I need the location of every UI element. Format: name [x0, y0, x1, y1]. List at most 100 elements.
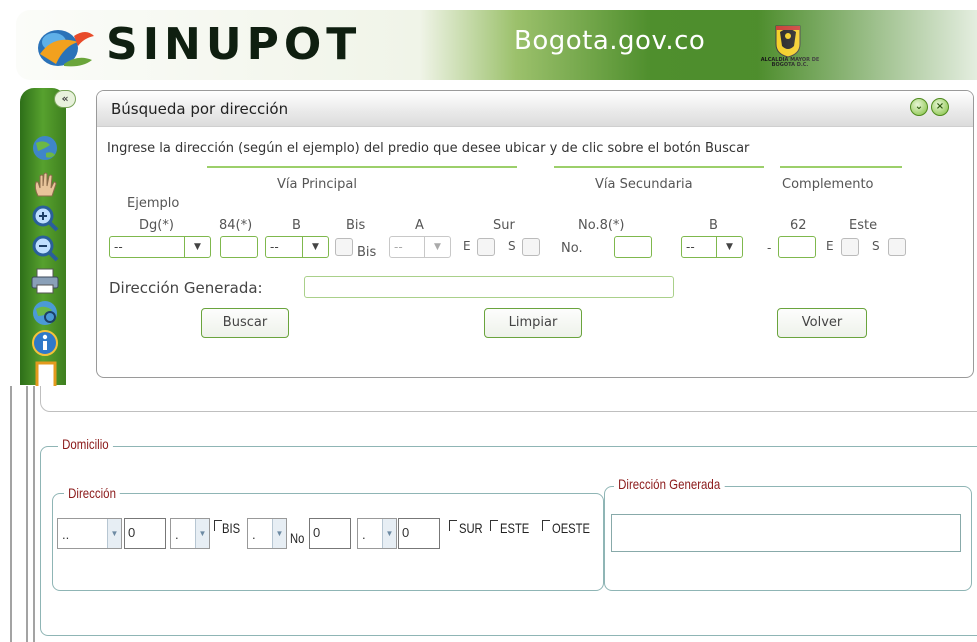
letra-secundaria-value: .	[362, 527, 366, 542]
globe-search-icon[interactable]	[28, 298, 62, 328]
sur2-label: S	[872, 239, 880, 253]
placa-input[interactable]	[778, 236, 816, 258]
via-secundaria-input[interactable]: 0	[309, 518, 351, 549]
direccion-generada-input[interactable]	[611, 514, 961, 552]
chevron-down-icon: ▼	[184, 237, 210, 257]
letra-bis-value: --	[394, 240, 403, 254]
info-icon[interactable]	[28, 328, 62, 358]
tipo-via-value: ..	[62, 527, 70, 542]
frame-line-mid1	[26, 386, 28, 642]
globe-icon[interactable]	[28, 133, 62, 163]
tipo-via-select[interactable]: .. ▼	[57, 518, 122, 549]
numero-via-input[interactable]: 0	[124, 518, 166, 549]
instructions-text: Ingrese la dirección (según el ejemplo) …	[107, 141, 750, 156]
no-label: No	[290, 530, 305, 546]
letra-bis-select[interactable]: . ▼	[247, 518, 287, 549]
letra-via-value: .	[175, 527, 179, 542]
frame-icon[interactable]	[28, 358, 62, 390]
example-este: Este	[849, 218, 878, 233]
shield-caption: ALCALDIA MAYOR DE BOGOTA D.C.	[760, 57, 820, 68]
este-checkbox[interactable]	[490, 520, 498, 531]
frame-line-left	[10, 386, 12, 642]
zoom-out-icon[interactable]	[28, 233, 62, 263]
bis-checkbox[interactable]	[335, 238, 353, 256]
letra-secundaria-select[interactable]: . ▼	[357, 518, 397, 549]
buscar-button[interactable]: Buscar	[201, 308, 289, 338]
example-b2: B	[709, 218, 718, 233]
example-sur: Sur	[493, 218, 515, 233]
direccion-legend: Dirección	[64, 485, 121, 501]
bis-checkbox[interactable]	[214, 520, 222, 531]
letra-via-select[interactable]: -- ▼	[265, 236, 329, 258]
brand-name: SINUPOT	[106, 19, 362, 70]
example-b: B	[292, 218, 301, 233]
chevron-down-icon: ▼	[195, 519, 209, 548]
chevron-down-icon: ▼	[424, 237, 450, 257]
section-complemento: Complemento	[782, 177, 874, 192]
close-panel-button[interactable]: ×	[931, 98, 949, 116]
dash-label: -	[767, 241, 772, 255]
sur-checkbox[interactable]	[522, 238, 540, 256]
direccion-generada-legend: Dirección Generada	[614, 476, 725, 492]
divider-complemento	[780, 166, 902, 168]
header-banner: SINUPOT Bogota.gov.co ALCALDIA MAYOR DE …	[16, 10, 977, 80]
numero-via-input[interactable]	[220, 236, 258, 258]
section-via-principal: Vía Principal	[277, 177, 357, 192]
placa-input[interactable]: 0	[398, 518, 440, 549]
oeste-checkbox[interactable]	[542, 520, 550, 531]
chevron-down-icon: ▼	[107, 519, 121, 548]
oeste-label: OESTE	[552, 520, 590, 536]
chevron-down-icon: ▼	[302, 237, 328, 257]
generated-address-label: Dirección Generada:	[109, 279, 263, 297]
volver-button[interactable]: Volver	[777, 308, 867, 338]
via-secundaria-input[interactable]	[614, 236, 652, 258]
este-label: E	[463, 239, 471, 253]
divider-principal	[207, 166, 517, 168]
panel-header: Búsqueda por dirección ⌄ ×	[97, 91, 973, 127]
domain-label: Bogota.gov.co	[514, 26, 706, 56]
limpiar-button[interactable]: Limpiar	[484, 308, 582, 338]
sur-label: SUR	[459, 520, 483, 536]
example-label: Ejemplo	[127, 196, 180, 211]
no-label: No.	[561, 241, 583, 256]
sinupot-app: SINUPOT Bogota.gov.co ALCALDIA MAYOR DE …	[0, 0, 977, 390]
bis-label: Bis	[357, 245, 377, 260]
este-checkbox[interactable]	[477, 238, 495, 256]
sinupot-logo-icon	[38, 30, 94, 67]
sur-label: S	[508, 239, 516, 253]
tipo-via-value: --	[114, 240, 123, 254]
este2-label: E	[826, 239, 834, 253]
section-via-secundaria: Vía Secundaria	[595, 177, 693, 192]
panel-title: Búsqueda por dirección	[111, 100, 289, 118]
chevron-down-icon: ▼	[272, 519, 286, 548]
letra-via-value: --	[270, 240, 279, 254]
address-search-panel: Búsqueda por dirección ⌄ × Ingrese la di…	[96, 90, 974, 378]
sur-checkbox[interactable]	[449, 520, 457, 531]
chevron-down-icon: ▼	[382, 519, 396, 548]
hand-pan-icon[interactable]	[28, 170, 62, 200]
tipo-via-select[interactable]: -- ▼	[109, 236, 211, 258]
example-a: A	[415, 218, 424, 233]
letra-secundaria-value: --	[686, 240, 695, 254]
generated-address-input[interactable]	[304, 276, 674, 298]
minimize-panel-button[interactable]: ⌄	[910, 98, 928, 116]
letra-secundaria-select[interactable]: -- ▼	[681, 236, 743, 258]
print-icon[interactable]	[28, 266, 62, 296]
letra-bis-select[interactable]: -- ▼	[389, 236, 451, 258]
coat-of-arms-icon	[775, 25, 801, 58]
este2-checkbox[interactable]	[841, 238, 859, 256]
example-dg: Dg(*)	[139, 218, 174, 233]
domicilio-legend: Domicilio	[58, 436, 113, 452]
chevron-down-icon: ▼	[716, 237, 742, 257]
sur2-checkbox[interactable]	[888, 238, 906, 256]
collapse-sidebar-button[interactable]: «	[54, 90, 76, 108]
este-label: ESTE	[500, 520, 530, 536]
zoom-in-icon[interactable]	[28, 203, 62, 233]
bogota-shield: ALCALDIA MAYOR DE BOGOTA D.C.	[754, 24, 822, 68]
bis-label: BIS	[222, 520, 241, 536]
example-84: 84(*)	[219, 218, 253, 233]
letra-bis-value: .	[252, 527, 256, 542]
example-no8: No.8(*)	[578, 218, 625, 233]
example-bis: Bis	[346, 218, 366, 233]
letra-via-select[interactable]: . ▼	[170, 518, 210, 549]
